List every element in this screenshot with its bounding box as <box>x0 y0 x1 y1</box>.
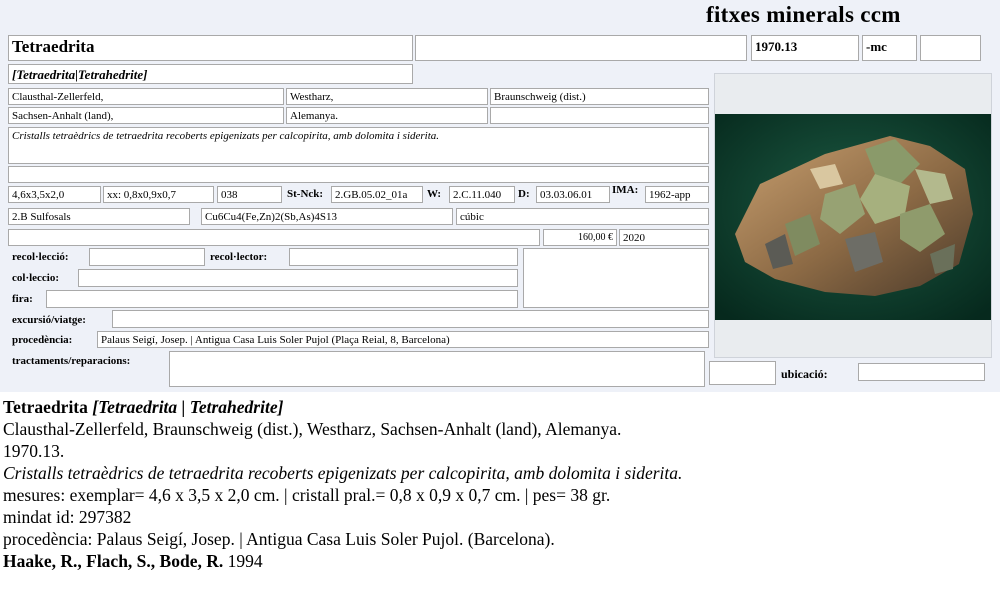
trip-label: excursió/viatge: <box>12 314 86 326</box>
catalog-number-field[interactable]: 1970.13 <box>751 35 859 61</box>
weight-field[interactable]: 038 <box>217 186 282 203</box>
summary-mindat: mindat id: 297382 <box>3 507 132 527</box>
specimen-size-field[interactable]: 4,6x3,5x2,0 <box>8 186 101 203</box>
summary-reference: Haake, R., Flach, S., Bode, R. 1994 <box>3 550 997 572</box>
w-label: W: <box>427 188 442 200</box>
locality-field-2[interactable]: Westharz, <box>286 88 488 105</box>
locality-field-3[interactable]: Braunschweig (dist.) <box>490 88 709 105</box>
region-field-2[interactable]: Alemanya. <box>286 107 488 124</box>
mineral-name-field[interactable]: Tetraedrita <box>8 35 413 61</box>
catalog-extra-field[interactable] <box>920 35 981 61</box>
summary-reference-year: 1994 <box>227 551 263 571</box>
location-code-field[interactable] <box>709 361 776 385</box>
summary-locality: Clausthal-Zellerfeld, Braunschweig (dist… <box>3 419 622 439</box>
summary-description: Cristalls tetraèdrics de tetraedrita rec… <box>3 463 683 483</box>
ima-label: IMA: <box>612 184 639 196</box>
locality-field-1[interactable]: Clausthal-Zellerfeld, <box>8 88 284 105</box>
notes-field[interactable] <box>8 229 540 246</box>
d-label: D: <box>518 188 530 200</box>
description-field[interactable]: Cristalls tetraèdrics de tetraedrita rec… <box>8 127 709 164</box>
collector-label: recol·lector: <box>210 251 268 263</box>
summary-catalog: 1970.13. <box>3 441 65 461</box>
catalog-suffix-field[interactable]: -mc <box>862 35 917 61</box>
strunz-label: St-Nck: <box>287 188 324 200</box>
recollection-field[interactable] <box>89 248 205 266</box>
description-extra-field[interactable] <box>8 166 709 183</box>
brand-title: fitxes minerals ccm <box>706 2 901 27</box>
specimen-photo-frame <box>714 73 992 358</box>
d-field[interactable]: 03.03.06.01 <box>536 186 610 203</box>
fair-field[interactable] <box>46 290 518 308</box>
mineral-record-card: fitxes minerals ccm Tetraedrita 1970.13 … <box>0 0 1000 392</box>
w-field[interactable]: 2.C.11.040 <box>449 186 515 203</box>
collection-field[interactable] <box>78 269 518 287</box>
treatments-label: tractaments/reparacions: <box>12 355 131 367</box>
strunz-field[interactable]: 2.GB.05.02_01a <box>331 186 423 203</box>
crystal-system-field[interactable]: cúbic <box>456 208 709 225</box>
location-field[interactable] <box>858 363 985 381</box>
summary-reference-authors: Haake, R., Flach, S., Bode, R. <box>3 551 224 571</box>
recollection-label: recol·lecció: <box>12 251 69 263</box>
class-group-field[interactable]: 2.B Sulfosals <box>8 208 190 225</box>
location-label: ubicació: <box>781 367 828 381</box>
summary-synonyms: [Tetraedrita | Tetrahedrite] <box>92 397 284 417</box>
trip-field[interactable] <box>112 310 709 328</box>
summary-provenance: procedència: Palaus Seigí, Josep. | Anti… <box>3 529 555 549</box>
blank-field-top[interactable] <box>415 35 747 61</box>
year-field[interactable]: 2020 <box>619 229 709 246</box>
collector-field[interactable] <box>289 248 518 266</box>
price-field[interactable]: 160,00 € <box>543 229 617 246</box>
region-field-3[interactable] <box>490 107 709 124</box>
summary-measures: mesures: exemplar= 4,6 x 3,5 x 2,0 cm. |… <box>3 485 611 505</box>
record-summary: Tetraedrita [Tetraedrita | Tetrahedrite]… <box>3 396 997 572</box>
provenance-field[interactable]: Palaus Seigí, Josep. | Antigua Casa Luis… <box>97 331 709 348</box>
synonyms-field[interactable]: [Tetraedrita|Tetrahedrite] <box>8 64 413 84</box>
formula-field[interactable]: Cu6Cu4(Fe,Zn)2(Sb,As)4S13 <box>201 208 453 225</box>
region-field-1[interactable]: Sachsen-Anhalt (land), <box>8 107 284 124</box>
crystal-size-field[interactable]: xx: 0,8x0,9x0,7 <box>103 186 214 203</box>
provenance-label: procedència: <box>12 334 73 346</box>
ima-field[interactable]: 1962-app <box>645 186 709 203</box>
specimen-photo <box>715 114 991 320</box>
summary-title: Tetraedrita [Tetraedrita | Tetrahedrite] <box>3 396 997 418</box>
summary-name: Tetraedrita <box>3 397 88 417</box>
collection-label: col·leccio: <box>12 272 60 284</box>
treatments-field[interactable] <box>169 351 705 387</box>
fair-label: fira: <box>12 293 33 305</box>
side-notes-field[interactable] <box>523 248 709 308</box>
